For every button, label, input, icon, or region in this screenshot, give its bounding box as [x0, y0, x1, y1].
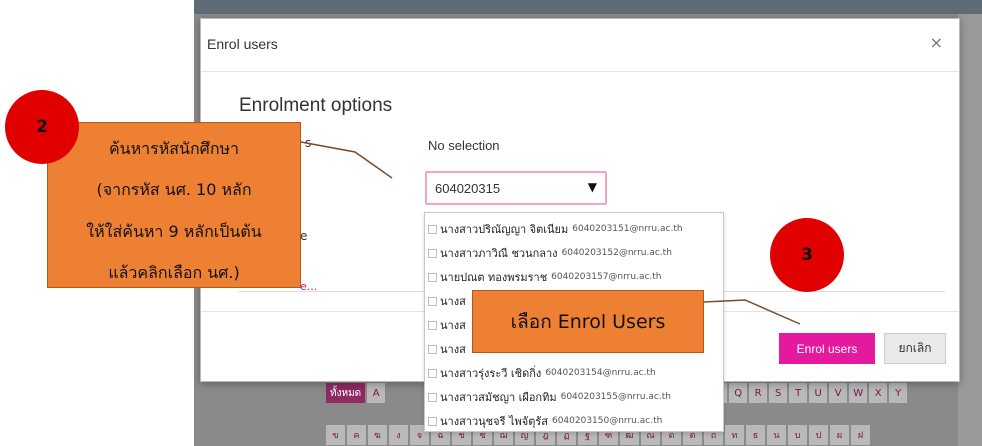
thai-letter-filter-item[interactable]: ฝ — [851, 425, 870, 445]
letter-filter-item[interactable]: ทั้งหมด — [326, 383, 366, 403]
letter-filter-item[interactable]: W — [849, 383, 868, 403]
callout-line: ค้นหารหัสนักศึกษา — [108, 139, 240, 158]
option-checkbox-icon — [428, 416, 437, 426]
user-search-field[interactable]: ▼ — [425, 171, 607, 205]
thai-letter-filter-item[interactable]: ง — [389, 425, 408, 445]
option-checkbox-icon — [428, 248, 437, 258]
thai-letter-filter-item[interactable]: ท — [725, 425, 744, 445]
role-label: e — [300, 229, 308, 243]
letter-filter-item[interactable]: X — [869, 383, 888, 403]
callout-line: แล้วคลิกเลือก นศ.) — [108, 263, 240, 282]
option-name: นางสาวรุ่งระวี เชิดกิ่ง — [440, 367, 542, 380]
selection-status: No selection — [428, 138, 500, 153]
option-name: นางส — [440, 295, 466, 308]
user-search-input[interactable] — [433, 179, 573, 197]
option-email: 6040203152@nrru.ac.th — [561, 248, 672, 258]
callout-line: ให้ใส่ค้นหา 9 หลักเป็นต้น — [86, 222, 262, 241]
option-email: 6040203154@nrru.ac.th — [545, 368, 656, 378]
option-checkbox-icon — [428, 368, 437, 378]
option-name: นายปณต ทองพรมราช — [440, 271, 548, 284]
step-3-badge: 3 — [770, 218, 844, 292]
close-icon[interactable]: × — [930, 33, 943, 52]
user-option[interactable]: นางสาวภาวิณี ชวนกลาง 6040203152@nrru.ac.t… — [425, 241, 723, 265]
user-option[interactable]: นางสาวสมัชญา เผือกทิม 6040203155@nrru.ac.… — [425, 385, 723, 409]
letter-filter-item[interactable]: S — [769, 383, 788, 403]
option-email: 6040203150@nrru.ac.th — [551, 416, 663, 426]
letter-filter-item[interactable]: A — [367, 383, 386, 403]
option-name: นางสาวภาวิณี ชวนกลาง — [440, 247, 558, 260]
option-name: นางสาวนุชจรี ไพจัตุรัส — [440, 415, 548, 428]
thai-letter-filter-item[interactable]: ธ — [746, 425, 765, 445]
step-2-badge: 2 — [5, 90, 79, 164]
cancel-button[interactable]: ยกเลิก — [884, 333, 946, 364]
option-name: นางสาวปริณัญญา จิตเนียม — [440, 223, 569, 236]
letter-filter-item[interactable]: Y — [889, 383, 908, 403]
enrolment-options-heading: Enrolment options — [239, 95, 393, 116]
thai-letter-filter-item[interactable]: ฆ — [368, 425, 387, 445]
option-checkbox-icon — [428, 392, 437, 402]
thai-letter-filter-item[interactable]: ป — [809, 425, 828, 445]
option-checkbox-icon — [428, 320, 437, 330]
letter-filter-item[interactable]: R — [749, 383, 768, 403]
option-email: 6040203155@nrru.ac.th — [560, 392, 671, 402]
option-email: 6040203151@nrru.ac.th — [572, 224, 683, 234]
option-checkbox-icon — [428, 272, 437, 282]
option-name: นางส — [440, 319, 466, 332]
background-scroll-area — [958, 14, 982, 446]
select-users-label: s — [305, 136, 312, 150]
dialog-header: Enrol users × — [201, 19, 959, 72]
thai-letter-filter-item[interactable]: บ — [788, 425, 807, 445]
option-checkbox-icon — [428, 224, 437, 234]
option-checkbox-icon — [428, 296, 437, 306]
option-checkbox-icon — [428, 344, 437, 354]
letter-filter-item[interactable]: Q — [729, 383, 748, 403]
option-name: นางสาวสมัชญา เผือกทิม — [440, 391, 557, 404]
thai-letter-filter-item[interactable]: ผ — [830, 425, 849, 445]
letter-filter-item[interactable]: U — [809, 383, 828, 403]
enrol-callout: เลือก Enrol Users — [472, 290, 704, 353]
background-navbar — [194, 0, 982, 14]
user-option[interactable]: นางสาวรุ่งระวี เชิดกิ่ง 6040203154@nrru.a… — [425, 361, 723, 385]
callout-line: (จากรหัส นศ. 10 หลัก — [96, 180, 252, 199]
user-option[interactable]: นายปณต ทองพรมราช 6040203157@nrru.ac.th — [425, 265, 723, 289]
thai-letter-filter-item[interactable]: ค — [347, 425, 366, 445]
option-email: 6040203157@nrru.ac.th — [551, 272, 662, 282]
instruction-callout: ค้นหารหัสนักศึกษา (จากรหัส นศ. 10 หลัก ใ… — [47, 122, 301, 288]
dialog-title: Enrol users — [207, 36, 278, 52]
letter-filter-item[interactable]: T — [789, 383, 808, 403]
thai-letter-filter-item[interactable]: น — [767, 425, 786, 445]
thai-letter-filter-item[interactable]: ข — [326, 425, 345, 445]
dropdown-caret-icon[interactable]: ▼ — [588, 180, 597, 194]
enrol-users-button[interactable]: Enrol users — [779, 333, 875, 364]
letter-filter-item[interactable]: V — [829, 383, 848, 403]
user-option[interactable]: นางสาวปริณัญญา จิตเนียม 6040203151@nrru.a… — [425, 217, 723, 241]
user-option[interactable]: นางสาวนุชจรี ไพจัตุรัส 6040203150@nrru.ac… — [425, 409, 723, 433]
option-name: นางส — [440, 343, 466, 356]
